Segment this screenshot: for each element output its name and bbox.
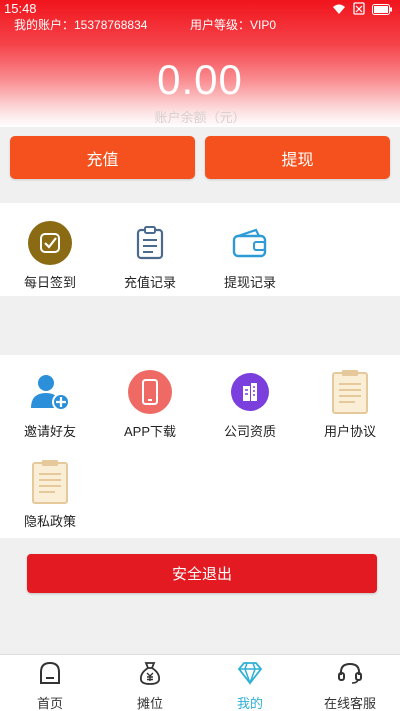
tab-label: 在线客服 <box>323 696 376 711</box>
money-bag-icon <box>137 661 163 690</box>
menu-item-app-download[interactable]: APP下载 <box>100 369 200 440</box>
tab-label: 摊位 <box>136 696 163 711</box>
menu-item-label: 充值记录 <box>123 275 176 290</box>
menu-item-withdraw-records[interactable]: 提现记录 <box>200 220 300 291</box>
menu-item-label: 每日签到 <box>23 275 76 290</box>
menu-item-recharge-records[interactable]: 充值记录 <box>100 220 200 291</box>
no-sim-icon <box>353 2 365 20</box>
phone-icon <box>127 369 173 415</box>
balance-value: 0.00 <box>157 56 243 103</box>
document-icon <box>27 459 73 505</box>
status-icons <box>332 2 392 20</box>
balance-caption: 账户余额（元） <box>154 110 246 125</box>
withdraw-button[interactable]: 提现 <box>205 136 390 179</box>
account-number: 我的账户：15378768834 <box>14 18 148 32</box>
menu-item-label: 邀请好友 <box>23 424 76 439</box>
menu-item-invite-friends[interactable]: 邀请好友 <box>0 369 100 440</box>
menu-item-label: 用户协议 <box>323 424 376 439</box>
quick-menu-card: 每日签到 充值记录 提现记录 <box>0 203 400 296</box>
checkin-icon <box>27 220 73 266</box>
menu-item-label: 隐私政策 <box>23 514 76 529</box>
tab-home[interactable]: 首页 <box>0 655 100 711</box>
menu-item-privacy-policy[interactable]: 隐私政策 <box>0 459 100 530</box>
account-header: 15:48 我的账户：15378768834 用户等级：VIP0 0.00 账户… <box>0 0 400 127</box>
wallet-icon <box>227 220 273 266</box>
tab-label: 我的 <box>236 696 263 711</box>
building-icon <box>227 369 273 415</box>
menu-item-label: APP下载 <box>123 424 176 439</box>
clipboard-icon <box>127 220 173 266</box>
diamond-icon <box>237 661 263 690</box>
wifi-icon <box>332 2 346 20</box>
logout-button[interactable]: 安全退出 <box>27 554 377 593</box>
tab-label: 首页 <box>36 696 63 711</box>
menu-item-label: 公司资质 <box>223 424 276 439</box>
tab-stall[interactable]: 摊位 <box>100 655 200 711</box>
bottom-tab-bar: 首页 摊位 我的 在线客服 <box>0 654 400 711</box>
headset-icon <box>337 661 363 690</box>
more-menu-card: 邀请好友 APP下载 公司资质 用户协议 隐私政策 <box>0 355 400 538</box>
add-user-icon <box>27 369 73 415</box>
action-row: 充值 提现 <box>0 127 400 189</box>
status-time: 15:48 <box>4 1 37 16</box>
tab-customer-service[interactable]: 在线客服 <box>300 655 400 711</box>
user-level: 用户等级：VIP0 <box>190 18 277 32</box>
menu-item-label: 提现记录 <box>223 275 276 290</box>
home-icon <box>37 661 63 690</box>
tab-mine[interactable]: 我的 <box>200 655 300 711</box>
menu-item-checkin[interactable]: 每日签到 <box>0 220 100 291</box>
document-icon <box>327 369 373 415</box>
menu-item-user-agreement[interactable]: 用户协议 <box>300 369 400 440</box>
recharge-button[interactable]: 充值 <box>10 136 195 179</box>
menu-item-company-qualification[interactable]: 公司资质 <box>200 369 300 440</box>
battery-icon <box>372 2 392 20</box>
